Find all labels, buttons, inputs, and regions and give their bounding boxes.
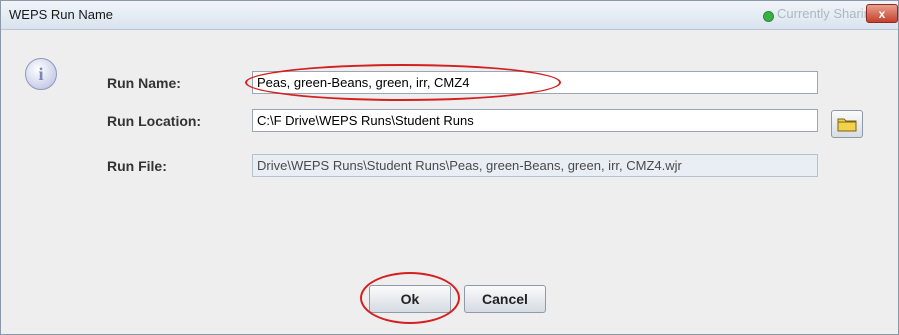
run-name-input[interactable]: Peas, green-Beans, green, irr, CMZ4 bbox=[252, 71, 818, 94]
info-icon: i bbox=[25, 58, 57, 90]
ok-button[interactable]: Ok bbox=[369, 285, 451, 313]
run-location-label: Run Location: bbox=[107, 113, 202, 129]
window-title: WEPS Run Name bbox=[9, 7, 114, 22]
folder-icon bbox=[837, 118, 857, 132]
title-bar: WEPS Run Name Currently Sharing x bbox=[1, 1, 898, 30]
close-icon: x bbox=[878, 6, 886, 21]
browse-folder-button[interactable] bbox=[831, 110, 863, 138]
run-file-label: Run File: bbox=[107, 158, 167, 174]
sharing-status: Currently Sharing bbox=[777, 6, 879, 21]
dialog-window: WEPS Run Name Currently Sharing x i Run … bbox=[0, 0, 899, 335]
run-location-input[interactable]: C:\F Drive\WEPS Runs\Student Runs bbox=[252, 109, 818, 132]
run-file-field: Drive\WEPS Runs\Student Runs\Peas, green… bbox=[252, 154, 818, 177]
cancel-button[interactable]: Cancel bbox=[464, 285, 546, 313]
close-button[interactable]: x bbox=[866, 4, 898, 23]
sharing-status-icon bbox=[763, 11, 774, 22]
run-name-label: Run Name: bbox=[107, 75, 181, 91]
